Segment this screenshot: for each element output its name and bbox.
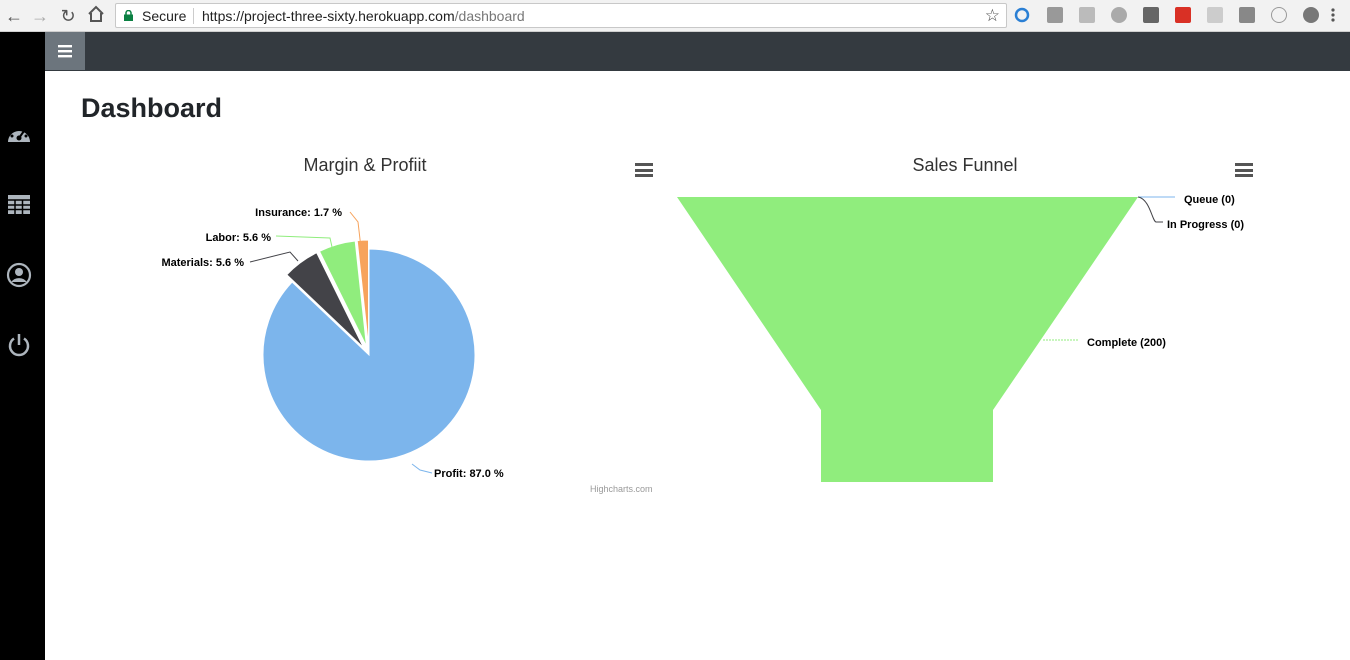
top-navbar — [45, 32, 1350, 71]
funnel-label-complete: Complete (200) — [1087, 337, 1166, 349]
extension-icon-7[interactable] — [1207, 7, 1223, 23]
funnel-connector-in-progress — [1137, 196, 1163, 223]
url-text[interactable]: https://project-three-sixty.herokuapp.co… — [202, 8, 525, 24]
camera-icon[interactable] — [1239, 7, 1255, 23]
url-path: /dashboard — [454, 8, 525, 24]
bookmark-star-icon[interactable]: ☆ — [985, 6, 1000, 26]
user-profile-icon[interactable] — [6, 262, 32, 288]
funnel-chart-title: Sales Funnel — [912, 155, 1018, 175]
page-title: Dashboard — [81, 93, 223, 123]
pie-connector-labor — [275, 235, 333, 248]
home-icon[interactable] — [85, 5, 107, 27]
extension-icon-2[interactable] — [1047, 7, 1063, 23]
pie-label-insurance: Insurance: 1.7 % — [255, 207, 342, 219]
sidebar — [0, 32, 45, 660]
extension-icon-9[interactable] — [1271, 7, 1287, 23]
menu-toggle-button[interactable] — [45, 32, 85, 70]
pie-connector-materials — [249, 251, 299, 263]
extension-icon-1[interactable] — [1014, 7, 1030, 23]
extension-icon-5[interactable] — [1143, 7, 1159, 23]
table-grid-icon[interactable] — [6, 192, 32, 218]
forward-arrow-icon[interactable]: → — [29, 5, 51, 27]
address-bar[interactable]: Secure https://project-three-sixty.herok… — [115, 3, 1007, 28]
browser-menu-icon[interactable] — [1330, 7, 1346, 23]
pie-connector-profit — [411, 463, 433, 474]
sales-funnel-chart: Queue (0) In Progress (0) Complete (200) — [677, 194, 1244, 482]
chart-credits[interactable]: Highcharts.com — [590, 484, 653, 494]
margin-chart-title: Margin & Profiit — [303, 155, 427, 175]
url-host: https://project-three-sixty.herokuapp.co… — [202, 8, 455, 24]
extension-icon-10[interactable] — [1303, 7, 1319, 23]
browser-toolbar: ← → ↻ Secure https://project-three-sixty… — [0, 0, 1350, 32]
back-arrow-icon[interactable]: ← — [3, 5, 25, 27]
pie-label-profit: Profit: 87.0 % — [434, 468, 504, 480]
url-divider — [193, 8, 194, 24]
funnel-label-in-progress: In Progress (0) — [1167, 219, 1244, 231]
funnel-chart-menu-button[interactable] — [1235, 163, 1253, 177]
funnel-label-queue: Queue (0) — [1184, 194, 1235, 206]
dashboard-gauge-icon[interactable] — [6, 122, 32, 148]
margin-pie-chart: Profit: 87.0 % Materials: 5.6 % Labor: 5.6… — [161, 207, 504, 480]
extension-icon-4[interactable] — [1111, 7, 1127, 23]
lock-icon — [124, 10, 133, 21]
secure-label: Secure — [142, 8, 187, 24]
pie-label-labor: Labor: 5.6 % — [206, 232, 272, 244]
hamburger-icon — [58, 45, 72, 58]
pie-label-materials: Materials: 5.6 % — [161, 257, 244, 269]
reload-icon[interactable]: ↻ — [57, 5, 79, 27]
extension-icon-6[interactable] — [1175, 7, 1191, 23]
extension-icon-3[interactable] — [1079, 7, 1095, 23]
margin-chart-menu-button[interactable] — [635, 163, 653, 177]
power-logout-icon[interactable] — [6, 332, 32, 358]
